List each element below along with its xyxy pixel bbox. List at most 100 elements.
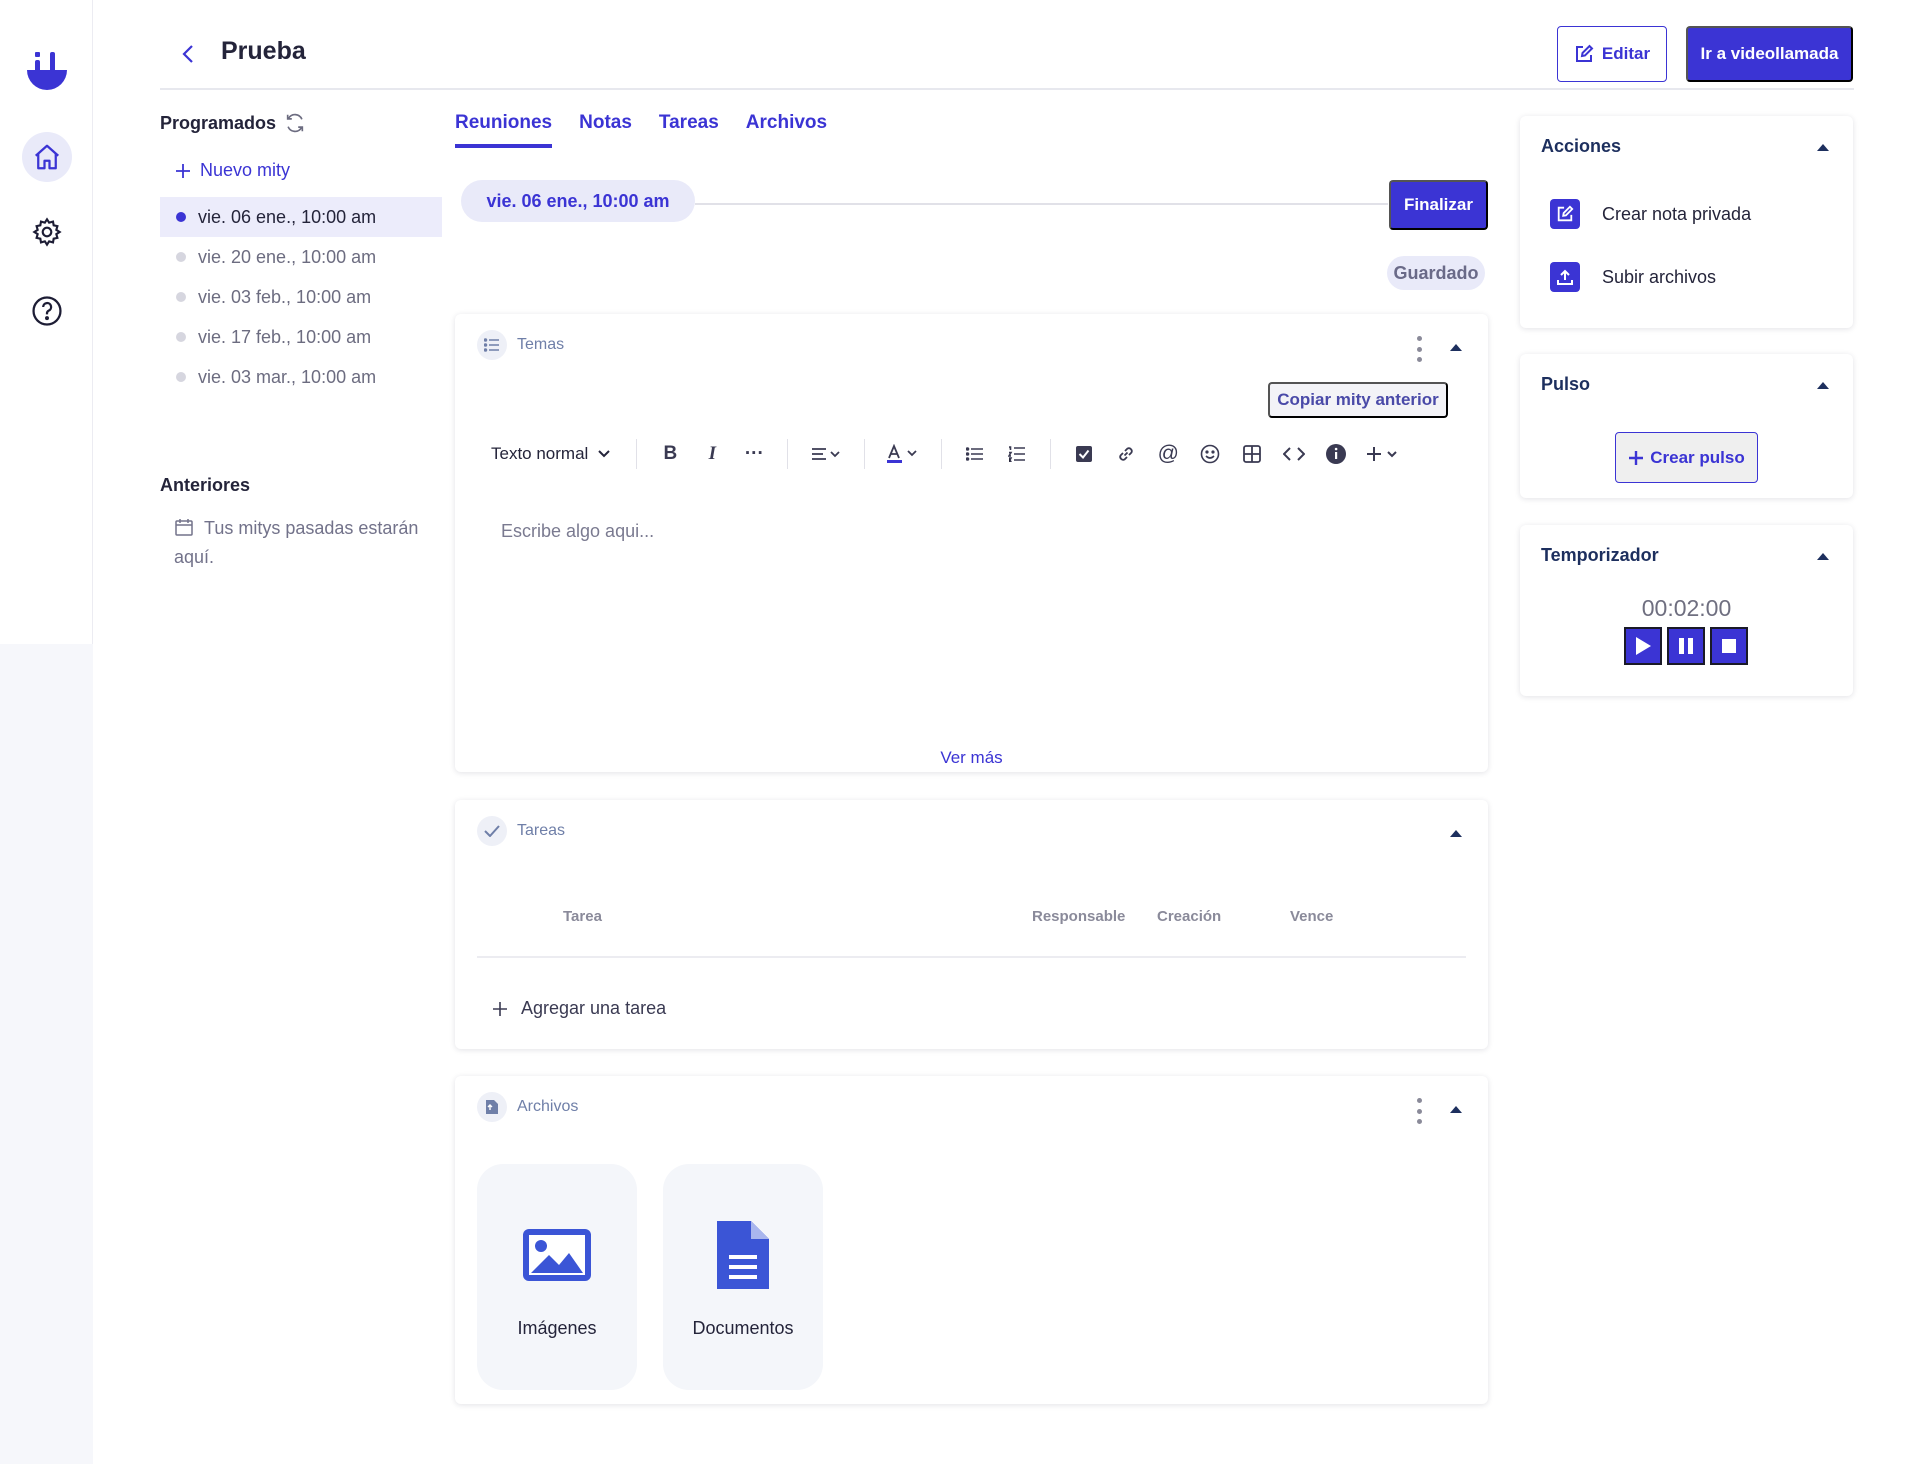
insert-icon[interactable] bbox=[1357, 434, 1409, 474]
collapse-icon[interactable] bbox=[1817, 382, 1829, 389]
table-icon[interactable] bbox=[1231, 434, 1273, 474]
finish-button[interactable]: Finalizar bbox=[1389, 180, 1488, 230]
plus-icon bbox=[1629, 450, 1644, 465]
checkbox-icon[interactable] bbox=[1063, 434, 1105, 474]
copy-previous-button[interactable]: Copiar mity anterior bbox=[1268, 382, 1448, 418]
editor-toolbar: Texto normal B I ··· @ bbox=[477, 434, 1409, 474]
see-more-link[interactable]: Ver más bbox=[455, 748, 1488, 768]
pulse-title: Pulso bbox=[1541, 374, 1591, 394]
align-icon[interactable] bbox=[800, 434, 852, 474]
section-tabs: Reuniones Notas Tareas Archivos bbox=[455, 112, 827, 148]
tab-tareas[interactable]: Tareas bbox=[659, 112, 719, 148]
list-item[interactable]: vie. 03 feb., 10:00 am bbox=[160, 277, 442, 317]
code-icon[interactable] bbox=[1273, 434, 1315, 474]
collapse-icon[interactable] bbox=[1450, 344, 1462, 351]
emoji-icon[interactable] bbox=[1189, 434, 1231, 474]
help-icon[interactable] bbox=[22, 286, 72, 336]
image-icon bbox=[523, 1220, 591, 1290]
files-header: Archivos bbox=[477, 1092, 578, 1122]
tab-archivos[interactable]: Archivos bbox=[746, 112, 827, 148]
list-item[interactable]: vie. 06 ene., 10:00 am bbox=[160, 197, 442, 237]
chevron-down-icon bbox=[598, 450, 611, 458]
meetings-list-panel: Programados Nuevo mity vie. 06 ene., 10:… bbox=[160, 112, 442, 572]
status-dot bbox=[176, 212, 186, 222]
scheduled-list: vie. 06 ene., 10:00 am vie. 20 ene., 10:… bbox=[160, 197, 442, 397]
column-header: Creación bbox=[1157, 908, 1222, 925]
bullet-list-icon[interactable] bbox=[954, 434, 996, 474]
calendar-icon bbox=[175, 519, 193, 536]
check-icon bbox=[477, 816, 507, 846]
create-pulse-button[interactable]: Crear pulso bbox=[1615, 432, 1758, 483]
gear-icon[interactable] bbox=[22, 207, 72, 257]
chevron-left-icon bbox=[182, 45, 193, 63]
edit-button[interactable]: Editar bbox=[1557, 26, 1667, 82]
video-call-button[interactable]: Ir a videollamada bbox=[1686, 26, 1853, 82]
date-label: vie. 20 ene., 10:00 am bbox=[198, 246, 377, 267]
numbered-list-icon[interactable] bbox=[996, 434, 1038, 474]
logo-icon[interactable] bbox=[26, 52, 68, 94]
home-icon[interactable] bbox=[22, 132, 72, 182]
info-icon[interactable] bbox=[1315, 434, 1357, 474]
saved-badge: Guardado bbox=[1387, 256, 1485, 290]
list-item[interactable]: vie. 17 feb., 10:00 am bbox=[160, 317, 442, 357]
back-button[interactable] bbox=[174, 40, 202, 68]
stop-icon[interactable] bbox=[1710, 627, 1748, 665]
documents-tile[interactable]: Documentos bbox=[663, 1164, 823, 1390]
tasks-title: Tareas bbox=[517, 822, 566, 839]
edit-icon bbox=[1575, 44, 1594, 62]
edit-label: Editar bbox=[1601, 44, 1651, 63]
pulse-card: Pulso Crear pulso bbox=[1520, 354, 1853, 498]
mention-icon[interactable]: @ bbox=[1147, 434, 1189, 474]
images-tile[interactable]: Imágenes bbox=[477, 1164, 637, 1390]
status-dot bbox=[176, 252, 186, 262]
add-task-label: Agregar una tarea bbox=[521, 998, 667, 1018]
list-item[interactable]: vie. 03 mar., 10:00 am bbox=[160, 357, 442, 397]
new-mity-button[interactable]: Nuevo mity bbox=[174, 160, 442, 181]
tab-reuniones[interactable]: Reuniones bbox=[455, 112, 553, 148]
files-title: Archivos bbox=[517, 1098, 579, 1115]
upload-files-button[interactable]: Subir archivos bbox=[1550, 262, 1716, 292]
tab-notas[interactable]: Notas bbox=[579, 112, 632, 148]
date-label: vie. 17 feb., 10:00 am bbox=[198, 326, 372, 347]
actions-title: Acciones bbox=[1541, 136, 1622, 156]
collapse-icon[interactable] bbox=[1817, 144, 1829, 151]
toolbar-divider bbox=[636, 439, 638, 469]
timer-title: Temporizador bbox=[1541, 545, 1659, 565]
more-options-icon[interactable] bbox=[1414, 1098, 1424, 1124]
document-icon bbox=[717, 1220, 769, 1290]
play-icon[interactable] bbox=[1624, 627, 1662, 665]
more-options-icon[interactable] bbox=[1414, 336, 1424, 362]
topics-card: Temas Copiar mity anterior Texto normal … bbox=[455, 314, 1488, 772]
editor-input[interactable]: Escribe algo aqui... bbox=[501, 521, 654, 542]
collapse-icon[interactable] bbox=[1817, 553, 1829, 560]
status-dot bbox=[176, 332, 186, 342]
tasks-table-header: Tarea Responsable Creación Vence bbox=[477, 908, 1466, 958]
collapse-icon[interactable] bbox=[1450, 830, 1462, 837]
create-private-note-button[interactable]: Crear nota privada bbox=[1550, 199, 1751, 229]
link-icon[interactable] bbox=[1105, 434, 1147, 474]
refresh-icon[interactable] bbox=[284, 112, 306, 134]
text-style-select[interactable]: Texto normal bbox=[477, 444, 624, 464]
edit-icon bbox=[1550, 199, 1580, 229]
main-area: Prueba Editar Ir a videollamada Programa… bbox=[93, 0, 1920, 1464]
column-header: Responsable bbox=[1032, 908, 1126, 925]
text-style-value: Texto normal bbox=[491, 444, 589, 463]
add-task-button[interactable]: Agregar una tarea bbox=[491, 998, 666, 1019]
create-pulse-label: Crear pulso bbox=[1650, 447, 1745, 467]
scheduled-title-label: Programados bbox=[160, 112, 277, 133]
plus-icon bbox=[493, 1001, 507, 1016]
topics-header: Temas bbox=[477, 330, 564, 360]
bold-icon[interactable]: B bbox=[649, 434, 691, 474]
toolbar-divider bbox=[864, 439, 866, 469]
status-dot bbox=[176, 372, 186, 382]
list-icon bbox=[477, 330, 507, 360]
text-color-icon[interactable] bbox=[877, 434, 929, 474]
pause-icon[interactable] bbox=[1667, 627, 1705, 665]
more-formatting-icon[interactable]: ··· bbox=[733, 434, 775, 474]
page-header: Prueba Editar Ir a videollamada bbox=[160, 26, 1854, 90]
list-item[interactable]: vie. 20 ene., 10:00 am bbox=[160, 237, 442, 277]
collapse-icon[interactable] bbox=[1450, 1106, 1462, 1113]
italic-icon[interactable]: I bbox=[691, 434, 733, 474]
toolbar-divider bbox=[1050, 439, 1052, 469]
current-date-pill[interactable]: vie. 06 ene., 10:00 am bbox=[461, 180, 695, 222]
